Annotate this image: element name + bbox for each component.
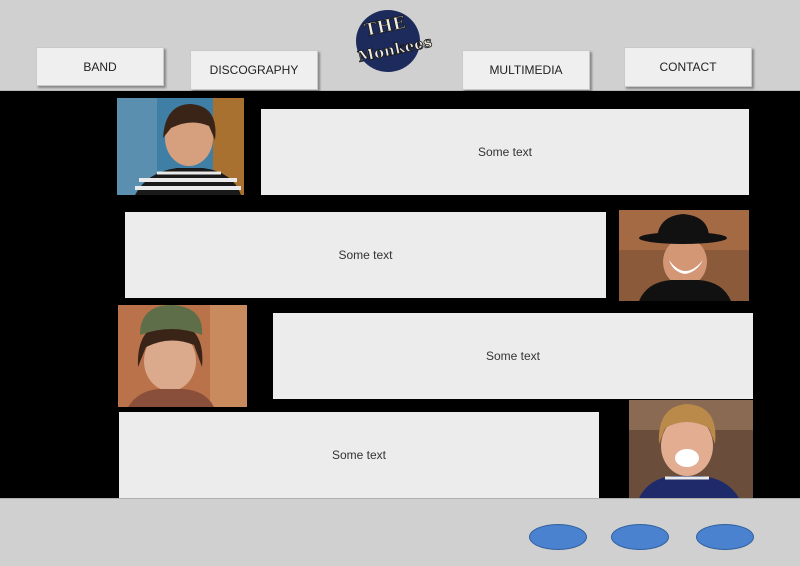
member-text-block: Some text: [273, 313, 753, 399]
member-photo-peter: [629, 400, 753, 498]
member-text: Some text: [485, 349, 541, 363]
member-text-block: Some text: [119, 412, 599, 498]
member-text: Some text: [331, 448, 387, 462]
footer-oval-button[interactable]: [696, 524, 754, 550]
nav-discography-button[interactable]: DISCOGRAPHY: [190, 50, 318, 90]
nav-band-button[interactable]: BAND: [36, 47, 164, 86]
member-text: Some text: [477, 145, 533, 159]
footer-oval-button[interactable]: [529, 524, 587, 550]
monkees-logo[interactable]: THE Monkees: [350, 5, 436, 73]
nav-multimedia-button[interactable]: MULTIMEDIA: [462, 50, 590, 90]
member-photo-davy: [117, 98, 244, 195]
member-photo-micky: [619, 210, 749, 301]
member-text-block: Some text: [125, 212, 606, 298]
footer-oval-button[interactable]: [611, 524, 669, 550]
header: BAND DISCOGRAPHY MULTIMEDIA CONTACT THE …: [0, 0, 800, 91]
member-text: Some text: [338, 248, 393, 262]
member-photo-michael: [118, 305, 247, 407]
footer: [0, 498, 800, 566]
member-text-block: Some text: [261, 109, 749, 195]
nav-contact-button[interactable]: CONTACT: [624, 47, 752, 87]
